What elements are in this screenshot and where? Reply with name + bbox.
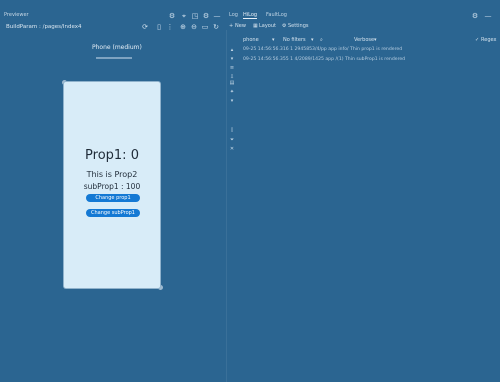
settings-icon[interactable]: ⚙ <box>282 23 286 29</box>
filter-icon[interactable]: ▯ <box>229 127 235 133</box>
regex-checkbox[interactable]: ✓ <box>475 37 479 43</box>
zoom-icon[interactable]: ⊕ <box>179 23 187 31</box>
refresh-icon[interactable]: ↻ <box>212 23 220 31</box>
chevron-down-icon: ▾ <box>374 37 377 43</box>
tab-log[interactable]: Log <box>229 12 238 18</box>
subprop1-text: subProp1 : 100 <box>83 182 141 191</box>
log-line: 09-25 14:56:56.355 1 4/2089/1425 app /(1… <box>243 57 406 62</box>
inspect-icon[interactable]: ⌖ <box>180 12 188 20</box>
preview-path: BuildParam : /pages/Index4 <box>6 24 82 30</box>
new-button[interactable]: New <box>235 23 246 29</box>
format-icon[interactable]: ⏷ <box>229 137 235 143</box>
wrap-icon[interactable]: ≡ <box>229 65 235 71</box>
scroll-down-icon[interactable]: ▾ <box>229 56 235 62</box>
close-icon[interactable]: ✕ <box>229 146 235 152</box>
settings-button[interactable]: Settings <box>288 23 309 29</box>
gear-icon[interactable]: ⚙ <box>202 12 210 20</box>
device-icon[interactable]: ▯ <box>155 23 163 31</box>
chevron-down-icon: ▾ <box>311 37 314 43</box>
panel-divider[interactable] <box>226 30 227 382</box>
pin-icon[interactable]: ✦ <box>229 89 235 95</box>
print-icon[interactable]: ▤ <box>229 80 235 86</box>
add-icon[interactable]: + <box>229 23 233 29</box>
layout-icon[interactable]: ▦ <box>253 23 258 29</box>
clear-icon[interactable]: ▾ <box>229 98 235 104</box>
regex-label[interactable]: Regex <box>481 37 496 43</box>
zoom-out-icon[interactable]: ⊖ <box>190 23 198 31</box>
device-label: Phone (medium) <box>92 44 142 51</box>
phone-screen: Prop1: 0 This is Prop2 subProp1 : 100 Ch… <box>64 82 160 288</box>
tab-hilog[interactable]: HiLog <box>243 12 258 19</box>
change-subprop1-button[interactable]: Change subProp1 <box>86 209 140 217</box>
chevron-down-icon: ▾ <box>272 37 275 43</box>
scroll-up-icon[interactable]: ▴ <box>229 47 235 53</box>
minimize-icon[interactable]: — <box>484 12 492 20</box>
level-select[interactable]: Verbose <box>354 37 374 43</box>
settings-icon[interactable]: ⚙ <box>168 12 176 20</box>
minimize-icon[interactable]: — <box>213 12 221 20</box>
gear-icon[interactable]: ⚙ <box>471 12 479 20</box>
change-prop1-button[interactable]: Change prop1 <box>86 194 140 202</box>
window-title: Previewer <box>4 12 29 18</box>
tab-faultlog[interactable]: FaultLog <box>266 12 287 18</box>
search-icon: ⌕ <box>320 37 323 43</box>
prop1-text: Prop1: 0 <box>85 148 139 163</box>
layout-button[interactable]: Layout <box>259 23 276 29</box>
multi-device-icon[interactable]: ▭ <box>201 23 209 31</box>
process-select[interactable]: No filters <box>283 37 306 43</box>
device-resolution-bar <box>96 57 132 59</box>
log-line: 09-25 14:56:56.316 1 2945853/4/pp app in… <box>243 47 403 52</box>
pin-icon[interactable]: ◳ <box>191 12 199 20</box>
prop2-text: This is Prop2 <box>86 170 138 179</box>
device-select[interactable]: phone <box>243 37 259 43</box>
more-icon[interactable]: ⋮ <box>166 23 174 31</box>
rotate-icon[interactable]: ⟳ <box>141 23 149 31</box>
